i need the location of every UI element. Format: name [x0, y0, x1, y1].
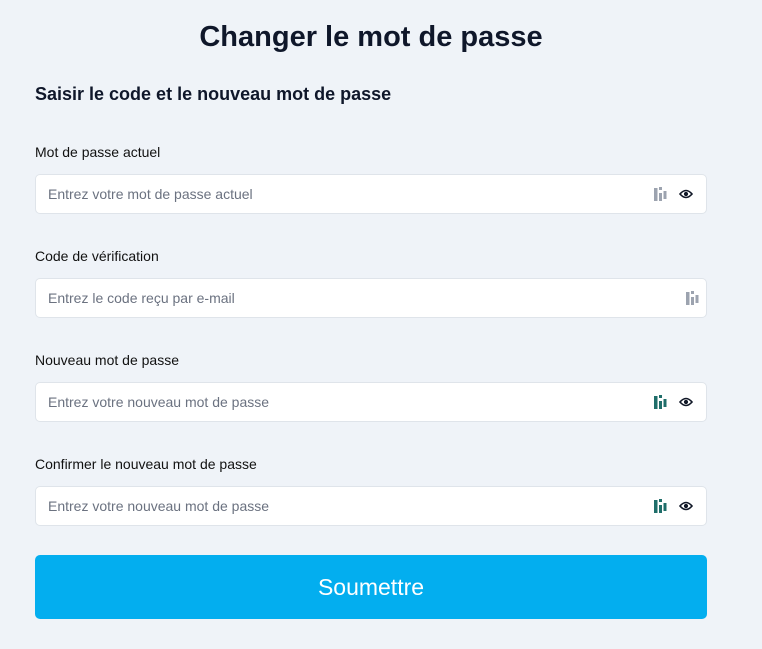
password-manager-icon[interactable] — [686, 291, 700, 306]
verification-code-input[interactable] — [36, 279, 706, 317]
confirm-password-input[interactable] — [36, 487, 706, 525]
eye-icon[interactable] — [679, 500, 693, 512]
verification-code-field: Code de vérification — [35, 247, 707, 318]
password-manager-icon[interactable] — [654, 395, 668, 410]
verification-code-box — [35, 278, 707, 318]
current-password-field: Mot de passe actuel — [35, 143, 707, 214]
new-password-field: Nouveau mot de passe — [35, 351, 707, 422]
password-manager-icon[interactable] — [654, 499, 668, 514]
new-password-box — [35, 382, 707, 422]
new-password-input[interactable] — [36, 383, 706, 421]
page-title: Changer le mot de passe — [199, 21, 543, 53]
current-password-label: Mot de passe actuel — [35, 144, 161, 160]
current-password-box — [35, 174, 707, 214]
eye-icon[interactable] — [679, 396, 693, 408]
confirm-password-box — [35, 486, 707, 526]
new-password-label: Nouveau mot de passe — [35, 352, 179, 368]
submit-button[interactable]: Soumettre — [35, 555, 707, 619]
page-subtitle: Saisir le code et le nouveau mot de pass… — [35, 84, 392, 104]
current-password-input[interactable] — [36, 175, 706, 213]
confirm-password-field: Confirmer le nouveau mot de passe — [35, 455, 707, 526]
password-manager-icon[interactable] — [654, 187, 668, 202]
eye-icon[interactable] — [679, 188, 693, 200]
verification-code-label: Code de vérification — [35, 248, 159, 264]
confirm-password-label: Confirmer le nouveau mot de passe — [35, 456, 257, 472]
